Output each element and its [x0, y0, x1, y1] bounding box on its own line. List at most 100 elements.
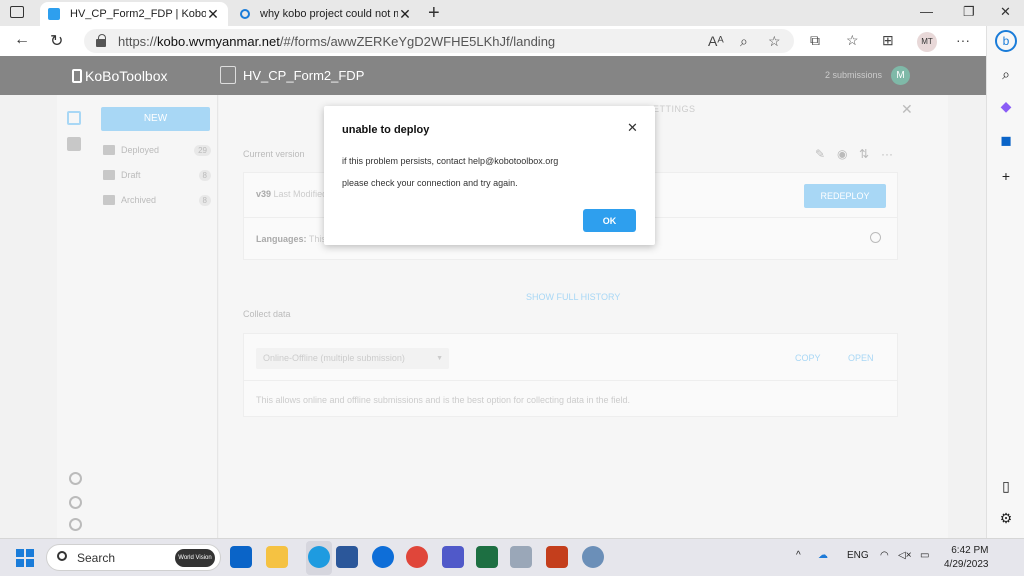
preview-icon[interactable]: ◉: [837, 147, 847, 161]
onedrive-icon[interactable]: ☁: [818, 550, 828, 561]
input-language[interactable]: ENG: [847, 550, 869, 561]
url-text: https://kobo.wvmyanmar.net/#/forms/awwZE…: [118, 34, 556, 49]
refresh-icon[interactable]: ↻: [50, 31, 63, 51]
chrome-icon[interactable]: [406, 546, 428, 568]
form-icon: [220, 66, 236, 84]
submission-count: 2 submissions: [825, 70, 883, 80]
user-avatar[interactable]: M: [891, 66, 910, 85]
show-hidden-icons-icon[interactable]: ^: [796, 550, 801, 561]
settings-gear-icon[interactable]: ⚙: [997, 510, 1015, 528]
extensions-icon[interactable]: ⧉: [810, 32, 820, 49]
divider: [244, 380, 897, 381]
sidebar-toggle-icon[interactable]: ▯: [997, 478, 1015, 496]
collections-icon[interactable]: ⊞: [882, 32, 894, 49]
address-bar[interactable]: https://kobo.wvmyanmar.net/#/forms/awwZE…: [84, 29, 794, 53]
count-badge: 8: [198, 169, 211, 181]
sidebar: NEW Deployed 29 Draft 8 Archived 8: [91, 95, 218, 538]
globe-icon[interactable]: [870, 232, 881, 243]
restore-icon[interactable]: ❐: [963, 4, 975, 20]
collect-method-select[interactable]: Online-Offline (multiple submission) ▼: [256, 348, 449, 369]
sidebar-item-deployed[interactable]: Deployed 29: [103, 142, 211, 158]
error-dialog: unable to deploy ✕ if this problem persi…: [324, 106, 655, 245]
tab-search[interactable]: why kobo project could not mak ✕: [232, 2, 420, 26]
edge-sidebar: b ⌕ ◆ ◼ + ▯ ⚙: [986, 26, 1024, 538]
languages-row: Languages: This p: [256, 234, 334, 244]
zoom-icon[interactable]: ⌕: [740, 33, 748, 50]
file-explorer-icon[interactable]: [266, 546, 288, 568]
edit-icon[interactable]: ✎: [815, 147, 825, 161]
search-icon: [57, 551, 67, 561]
favorite-add-icon[interactable]: ☆: [768, 33, 781, 50]
excel-icon[interactable]: [476, 546, 498, 568]
github-icon[interactable]: [69, 518, 82, 531]
search-favicon-icon: [240, 9, 250, 19]
count-badge: 29: [194, 144, 211, 156]
volume-muted-icon[interactable]: ◁×: [898, 550, 912, 561]
ok-button[interactable]: OK: [583, 209, 636, 232]
more-actions-icon[interactable]: ···: [881, 147, 893, 161]
forms-icon[interactable]: [67, 111, 81, 125]
favorites-icon[interactable]: ☆: [846, 32, 859, 49]
close-icon[interactable]: ✕: [627, 120, 638, 136]
current-version-label: Current version: [243, 149, 305, 159]
collect-help-text: This allows online and offline submissio…: [256, 395, 631, 405]
windows-start-icon[interactable]: [16, 549, 34, 567]
sidebar-item-archived[interactable]: Archived 8: [103, 192, 211, 208]
close-tab-icon[interactable]: ✕: [398, 6, 412, 23]
new-button[interactable]: NEW: [101, 107, 210, 131]
new-tab-icon[interactable]: +: [428, 2, 440, 24]
clock-date: 4/29/2023: [944, 559, 989, 570]
outlook-icon[interactable]: [230, 546, 252, 568]
kobo-logo-icon: [72, 69, 82, 83]
system-clock[interactable]: 6:42 PM 4/29/2023: [944, 544, 989, 572]
search-icon[interactable]: ⌕: [997, 66, 1015, 84]
tab-actions-icon[interactable]: [10, 6, 24, 18]
open-link[interactable]: OPEN: [848, 353, 874, 363]
notepad-icon[interactable]: [510, 546, 532, 568]
redeploy-button[interactable]: REDEPLOY: [804, 184, 886, 208]
draft-icon: [103, 170, 115, 180]
copilot-icon[interactable]: ◆: [997, 98, 1015, 116]
replace-icon[interactable]: ⇅: [859, 147, 869, 161]
close-icon[interactable]: ✕: [901, 101, 913, 118]
word-icon[interactable]: [336, 546, 358, 568]
kobo-header: KoBoToolbox HV_CP_Form2_FDP 2 submission…: [0, 56, 986, 95]
r-app-icon[interactable]: [582, 546, 604, 568]
teams-icon[interactable]: [442, 546, 464, 568]
kobo-favicon-icon: [48, 8, 60, 20]
copy-link[interactable]: COPY: [795, 353, 821, 363]
lock-icon: [96, 34, 106, 47]
teamviewer-icon[interactable]: [372, 546, 394, 568]
form-title: HV_CP_Form2_FDP: [243, 68, 365, 83]
archive-icon: [103, 195, 115, 205]
read-aloud-icon[interactable]: Aᴬ: [708, 33, 724, 49]
language-icon[interactable]: [69, 496, 82, 509]
library-icon[interactable]: [67, 137, 81, 151]
close-tab-icon[interactable]: ✕: [206, 6, 220, 23]
battery-icon[interactable]: ▭: [920, 550, 929, 561]
close-window-icon[interactable]: ✕: [1000, 4, 1011, 20]
kobo-logo[interactable]: KoBoToolbox: [72, 68, 168, 84]
wifi-icon[interactable]: ◠: [880, 550, 889, 561]
tab-settings[interactable]: ETTINGS: [653, 104, 696, 114]
profile-avatar[interactable]: MT: [917, 32, 937, 52]
collect-data-card: Online-Offline (multiple submission) ▼ CO…: [243, 333, 898, 417]
show-full-history-link[interactable]: SHOW FULL HISTORY: [526, 292, 620, 302]
back-icon[interactable]: ←: [14, 31, 30, 49]
add-sidebar-app-icon[interactable]: +: [997, 168, 1015, 186]
outlook-icon[interactable]: ◼: [997, 132, 1015, 150]
edge-icon[interactable]: [308, 546, 330, 568]
clock-time: 6:42 PM: [951, 545, 989, 556]
sidebar-item-draft[interactable]: Draft 8: [103, 167, 211, 183]
bing-chat-icon[interactable]: b: [995, 30, 1017, 52]
dialog-message-1: if this problem persists, contact help@k…: [342, 156, 559, 166]
taskbar: Search World Vision ^ ☁ ENG ◠ ◁× ▭ 6:42 …: [0, 538, 1024, 576]
tab-kobotoolbox[interactable]: HV_CP_Form2_FDP | KoboToolbo ✕: [40, 2, 228, 26]
taskbar-search[interactable]: Search World Vision: [46, 544, 221, 571]
browser-tab-strip: HV_CP_Form2_FDP | KoboToolbo ✕ why kobo …: [0, 0, 1024, 26]
help-icon[interactable]: [69, 472, 82, 485]
minimize-icon[interactable]: —: [920, 4, 933, 19]
powerpoint-icon[interactable]: [546, 546, 568, 568]
more-icon[interactable]: ···: [956, 32, 970, 48]
rocket-icon: [103, 145, 115, 155]
